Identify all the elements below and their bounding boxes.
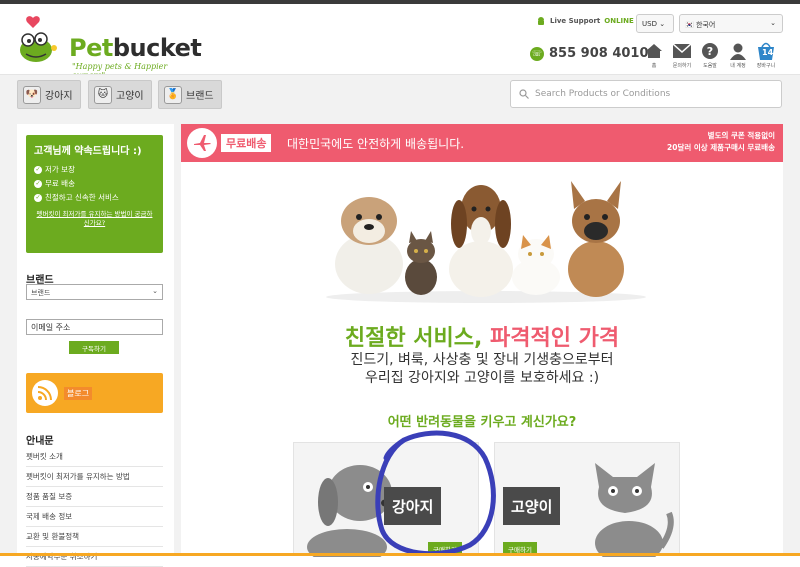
live-support-label: Live Support [550,17,601,25]
blog-button[interactable]: 블로그 [26,373,163,413]
email-field[interactable]: 이메일 주소 [26,319,163,335]
cat-card[interactable]: 고양이 구매하기 [494,442,680,557]
chevron-down-icon: ⌄ [659,20,666,28]
live-support-status: ONLINE [604,17,634,25]
currency-select[interactable]: USD ⌄ [636,14,674,33]
nav-cat[interactable]: 🐱 고양이 [88,80,152,109]
guide-link[interactable]: 자동예약주문 취소하기 [26,547,163,567]
logo-mascot-icon [20,16,57,62]
sub-slogan-line: 진드기, 벼룩, 사상충 및 장내 기생충으로부터 [350,352,614,368]
language-select[interactable]: 🇰🇷 한국어 ⌄ [679,14,783,33]
sidebar: 고객님께 약속드립니다 :) ✓ 저가 보장 ✓ 무료 배송 ✓ 친절하고 신속한 서… [17,124,174,567]
medal-icon: 🏅 [164,85,182,104]
logo[interactable]: Petbucket "Happy pets & Happier owners" [14,12,202,80]
account-button[interactable]: 내 계정 [726,42,750,69]
help-icon: ? [702,43,718,59]
nav-dog-label: 강아지 [45,91,73,102]
mail-icon [673,44,691,58]
dog-card-label: 강아지 [384,487,442,525]
check-icon: ✓ [34,193,42,202]
korea-flag-icon: 🇰🇷 [685,21,694,29]
nav-brand[interactable]: 🏅 브랜드 [158,80,222,109]
pets-group-image [326,181,646,303]
language-value: 한국어 [695,21,716,29]
brand-select[interactable]: 브랜드 ⌄ [26,284,163,300]
logo-text: Petbucket [69,34,202,62]
chevron-down-icon: ⌄ [152,287,158,295]
promise-item: ✓ 무료 배송 [34,179,75,188]
guide-list: 펫버킷 소개 펫버킷이 최저가를 유지하는 방법 정품 품질 보증 국제 배송 … [26,447,163,567]
free-shipping-banner[interactable]: 무료배송 대한민국에도 안전하게 배송됩니다. 별도의 쿠폰 적용없이 20달러… [181,124,783,162]
guide-link[interactable]: 국제 배송 정보 [26,507,163,527]
help-button[interactable]: ? 도움말 [698,42,722,69]
category-nav: 🐶 강아지 🐱 고양이 🏅 브랜드 Search Products or Condit… [0,74,800,114]
contact-label: 문의하기 [672,63,692,69]
promise-box: 고객님께 약속드립니다 :) ✓ 저가 보장 ✓ 무료 배송 ✓ 친절하고 신속한 서… [26,135,163,253]
promise-title: 고객님께 약속드립니다 :) [34,146,142,157]
slogan-red: 파격적인 가격 [490,326,620,351]
dog-card[interactable]: 강아지 구매하기 [293,442,479,557]
promise-item: ✓ 친절하고 신속한 서비스 [34,193,119,202]
main-content: 무료배송 대한민국에도 안전하게 배송됩니다. 별도의 쿠폰 적용없이 20달러… [181,124,783,557]
sub-slogan: 진드기, 벼룩, 사상충 및 장내 기생충으로부터 우리집 강아지와 고양이를 … [181,351,783,387]
pet-question: 어떤 반려동물을 키우고 계신가요? [387,415,577,430]
phone-contact[interactable]: ☏ 855 908 4010 [530,46,649,61]
guide-link[interactable]: 정품 품질 보증 [26,487,163,507]
promise-item: ✓ 저가 보장 [34,165,75,174]
chevron-down-icon: ⌄ [770,19,776,27]
search-icon [519,89,529,99]
check-icon: ✓ [34,179,42,188]
live-support[interactable]: Live Support ONLINE [536,16,634,26]
nav-brand-label: 브랜드 [186,91,214,102]
banner-condition: 별도의 쿠폰 적용없이 20달러 이상 제품구매시 무료배송 [667,131,775,152]
slogan: 친절한 서비스, 파격적인 가격 [181,320,783,352]
check-icon: ✓ [34,165,42,174]
cart-button[interactable]: 14 장바구니 [754,42,778,69]
cat-card-label: 고양이 [503,487,561,525]
account-label: 내 계정 [730,63,746,69]
guide-link[interactable]: 펫버킷이 최저가를 유지하는 방법 [26,467,163,487]
phone-number: 855 908 4010 [549,46,649,61]
cat-icon: 🐱 [94,85,112,104]
airplane-icon [187,128,217,158]
android-icon [538,17,544,25]
blog-label: 블로그 [64,386,93,400]
header-icons: 홈 문의하기 ? 도움말 내 계정 14 장바구니 [642,42,778,69]
dog-icon: 🐶 [23,85,41,104]
search-placeholder: Search Products or Conditions [535,89,671,99]
home-icon [646,44,662,58]
search-input[interactable]: Search Products or Conditions [510,80,782,108]
cart-label: 장바구니 [756,63,776,69]
free-shipping-badge: 무료배송 [221,134,272,152]
svg-text:?: ? [707,45,713,58]
subscribe-button[interactable]: 구독하기 [69,341,119,354]
lowest-price-link[interactable]: 펫버킷이 최저가를 유지하는 방법이 궁금하신가요? [34,210,155,228]
nav-cat-label: 고양이 [116,91,144,102]
contact-button[interactable]: 문의하기 [670,42,694,69]
nav-dog[interactable]: 🐶 강아지 [17,80,81,109]
site-header: Petbucket "Happy pets & Happier owners" … [0,4,800,80]
rss-icon [32,380,58,406]
currency-value: USD [642,20,657,28]
brand-select-value: 브랜드 [31,289,51,297]
account-icon [730,43,746,60]
sub-slogan-line: 우리집 강아지와 고양이를 보호하세요 :) [364,370,600,386]
help-label: 도움말 [703,63,717,69]
guide-link[interactable]: 교환 및 환불정책 [26,527,163,547]
slogan-green: 친절한 서비스, [344,326,483,351]
home-label: 홈 [651,63,657,69]
phone-icon: ☏ [530,46,544,61]
cart-count: 14 [762,48,774,57]
cat-silhouette-icon [595,463,674,557]
guide-heading: 안내문 [26,436,54,447]
home-button[interactable]: 홈 [642,42,666,69]
banner-text: 대한민국에도 안전하게 배송됩니다. [287,137,465,151]
guide-link[interactable]: 펫버킷 소개 [26,447,163,467]
